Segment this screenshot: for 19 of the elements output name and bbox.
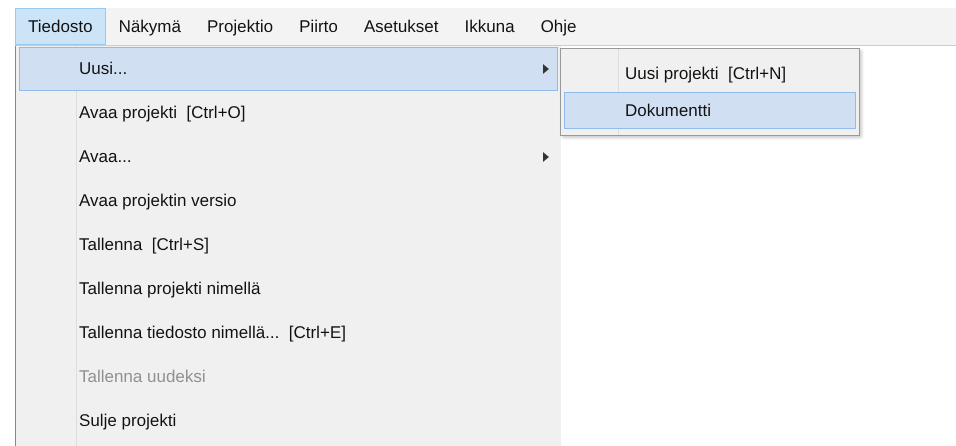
menu-bar-item[interactable]: Ikkuna — [451, 8, 528, 45]
menu-item[interactable]: Tallenna projekti nimellä — [19, 267, 558, 311]
submenu-arrow-icon — [543, 64, 549, 74]
menu-item[interactable]: Avaa... — [19, 135, 558, 179]
menu-item[interactable]: Sulje projekti — [19, 399, 558, 443]
menu-bar-item[interactable]: Projektio — [194, 8, 286, 45]
menu-bar-item[interactable]: Tiedosto — [15, 8, 106, 45]
menu-item[interactable]: Tallenna tiedosto nimellä... [Ctrl+E] — [19, 311, 558, 355]
submenu-arrow-icon — [543, 152, 549, 162]
menu-item[interactable]: Uusi... — [19, 47, 558, 91]
menu-item[interactable]: Dokumentti — [564, 92, 856, 129]
menu-bar-item[interactable]: Asetukset — [350, 8, 452, 45]
menu-bar-item[interactable]: Näkymä — [106, 8, 194, 45]
menu-item[interactable]: Tallenna [Ctrl+S] — [19, 223, 558, 267]
menu-item[interactable]: Uusi projekti [Ctrl+N] — [564, 55, 856, 92]
menu-item[interactable]: Avaa projektin versio — [19, 179, 558, 223]
menu-bar-item[interactable]: Piirto — [286, 8, 351, 45]
menu-bar-item[interactable]: Ohje — [528, 8, 590, 45]
menu-item[interactable]: Avaa projekti [Ctrl+O] — [19, 91, 558, 135]
